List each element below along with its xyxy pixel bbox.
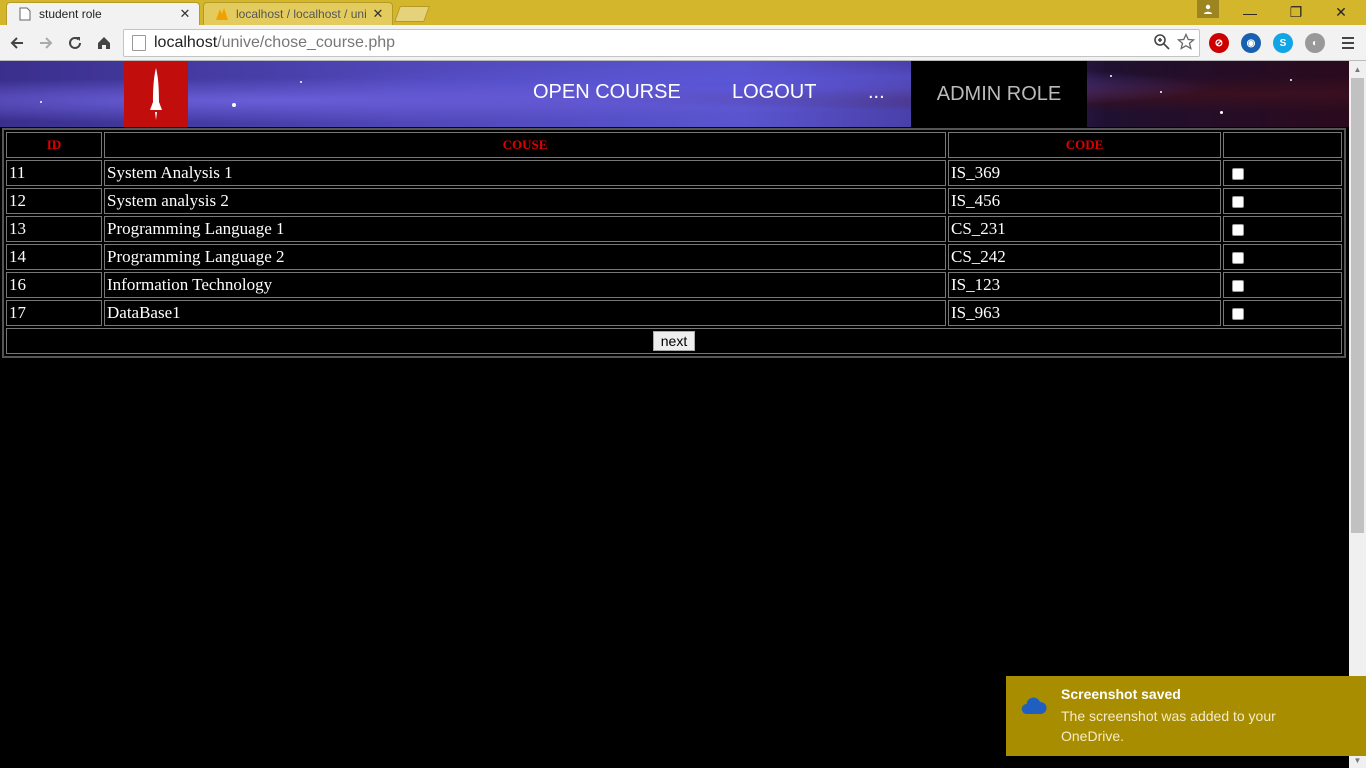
cell-code: IS_963 <box>948 300 1221 326</box>
cell-select <box>1223 216 1342 242</box>
restore-button[interactable]: ❐ <box>1273 0 1319 25</box>
star-decoration <box>40 101 42 103</box>
next-button[interactable]: next <box>652 331 696 351</box>
cell-code: IS_369 <box>948 160 1221 186</box>
course-checkbox[interactable] <box>1232 280 1244 293</box>
cell-id: 11 <box>6 160 102 186</box>
globe-extension-icon[interactable]: ◉ <box>1241 33 1261 53</box>
course-checkbox[interactable] <box>1232 196 1244 209</box>
star-decoration <box>232 103 236 107</box>
cell-select <box>1223 160 1342 186</box>
page-scrollbar[interactable]: ▲ ▼ <box>1349 61 1366 768</box>
star-decoration <box>1290 79 1292 81</box>
menu-icon[interactable] <box>1336 31 1360 55</box>
course-checkbox[interactable] <box>1232 308 1244 321</box>
url-path: /unive/chose_course.php <box>217 34 396 51</box>
site-logo[interactable] <box>124 61 188 127</box>
table-row: 12 System analysis 2 IS_456 <box>6 188 1342 214</box>
cell-id: 13 <box>6 216 102 242</box>
cell-code: IS_456 <box>948 188 1221 214</box>
extension-icon[interactable]: ◐ <box>1305 33 1325 53</box>
column-header-code: CODE <box>948 132 1221 158</box>
back-icon[interactable] <box>5 31 29 55</box>
star-decoration <box>1160 91 1162 93</box>
cell-id: 16 <box>6 272 102 298</box>
scroll-up-icon[interactable]: ▲ <box>1349 61 1366 77</box>
cell-select <box>1223 244 1342 270</box>
tab-title: localhost / localhost / uni <box>236 7 367 21</box>
cell-select <box>1223 272 1342 298</box>
page-icon <box>132 35 146 51</box>
column-header-course: COUSE <box>104 132 946 158</box>
nav-more[interactable]: ... <box>868 81 885 104</box>
table-row: 17 DataBase1 IS_963 <box>6 300 1342 326</box>
cell-id: 14 <box>6 244 102 270</box>
adblock-icon[interactable]: ⊘ <box>1209 33 1229 53</box>
notification-title: Screenshot saved <box>1061 686 1181 702</box>
user-icon[interactable] <box>1197 0 1219 18</box>
table-row: 14 Programming Language 2 CS_242 <box>6 244 1342 270</box>
tab-title: student role <box>39 7 102 21</box>
tab-phpmyadmin[interactable]: localhost / localhost / uni ✕ <box>203 2 393 25</box>
browser-titlebar: student role ✕ localhost / localhost / u… <box>0 0 1366 25</box>
star-decoration <box>300 81 302 83</box>
rocket-icon <box>150 68 162 120</box>
minimize-button[interactable]: — <box>1227 0 1273 25</box>
table-footer-row: next <box>6 328 1342 354</box>
zoom-icon[interactable] <box>1153 33 1171 56</box>
cell-code: CS_242 <box>948 244 1221 270</box>
address-bar[interactable]: localhost /unive/chose_course.php <box>123 29 1200 57</box>
cell-code: IS_123 <box>948 272 1221 298</box>
column-header-select <box>1223 132 1342 158</box>
new-tab-button[interactable] <box>394 6 430 22</box>
nav-admin-role[interactable]: ADMIN ROLE <box>911 61 1087 127</box>
tab-student-role[interactable]: student role ✕ <box>6 2 200 25</box>
course-checkbox[interactable] <box>1232 168 1244 181</box>
url-host: localhost <box>154 34 218 51</box>
cell-select <box>1223 188 1342 214</box>
next-cell: next <box>6 328 1342 354</box>
nav-logout[interactable]: LOGOUT <box>732 81 816 104</box>
star-decoration <box>1220 111 1223 114</box>
reload-icon[interactable] <box>63 31 87 55</box>
nav-open-course[interactable]: OPEN COURSE <box>533 81 681 104</box>
cell-id: 17 <box>6 300 102 326</box>
course-checkbox[interactable] <box>1232 224 1244 237</box>
star-decoration <box>1110 75 1112 77</box>
star-icon[interactable] <box>1176 32 1196 56</box>
page-viewport: OPEN COURSE LOGOUT ... ADMIN ROLE ID COU… <box>0 61 1349 768</box>
phpmyadmin-icon <box>214 6 230 22</box>
course-checkbox[interactable] <box>1232 252 1244 265</box>
notification-body: The screenshot was added to your OneDriv… <box>1061 708 1276 744</box>
home-icon[interactable] <box>92 31 116 55</box>
close-icon[interactable]: ✕ <box>177 6 193 22</box>
browser-toolbar: localhost /unive/chose_course.php ⊘ ◉ S … <box>0 25 1366 61</box>
cell-code: CS_231 <box>948 216 1221 242</box>
cell-course: Programming Language 2 <box>104 244 946 270</box>
column-header-id: ID <box>6 132 102 158</box>
table-row: 16 Information Technology IS_123 <box>6 272 1342 298</box>
page-icon <box>17 6 33 22</box>
close-icon[interactable]: ✕ <box>370 6 386 22</box>
header-banner: OPEN COURSE LOGOUT ... ADMIN ROLE <box>0 61 1349 127</box>
cell-course: System analysis 2 <box>104 188 946 214</box>
scroll-thumb[interactable] <box>1351 78 1364 533</box>
table-header-row: ID COUSE CODE <box>6 132 1342 158</box>
cell-id: 12 <box>6 188 102 214</box>
cell-course: DataBase1 <box>104 300 946 326</box>
course-table: ID COUSE CODE 11 System Analysis 1 IS_36… <box>2 128 1346 358</box>
cell-select <box>1223 300 1342 326</box>
cell-course: Information Technology <box>104 272 946 298</box>
skype-icon[interactable]: S <box>1273 33 1293 53</box>
onedrive-cloud-icon <box>1020 696 1048 721</box>
cell-course: System Analysis 1 <box>104 160 946 186</box>
cell-course: Programming Language 1 <box>104 216 946 242</box>
forward-icon[interactable] <box>34 31 58 55</box>
onedrive-notification[interactable]: Screenshot saved The screenshot was adde… <box>1006 676 1366 756</box>
table-row: 13 Programming Language 1 CS_231 <box>6 216 1342 242</box>
table-row: 11 System Analysis 1 IS_369 <box>6 160 1342 186</box>
window-close-button[interactable]: ✕ <box>1318 0 1364 25</box>
